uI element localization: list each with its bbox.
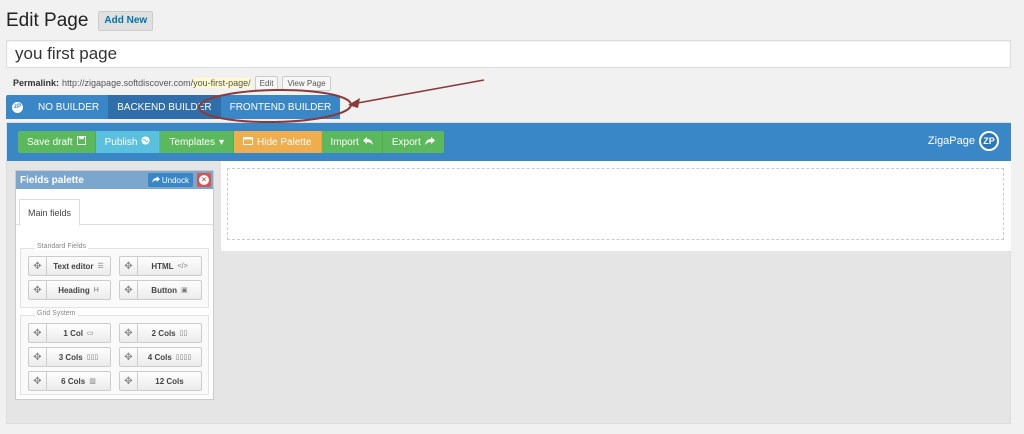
move-icon: ✥ <box>120 281 138 299</box>
title-input[interactable]: you first page <box>6 40 1011 68</box>
caret-down-icon: ▾ <box>218 136 225 148</box>
field-button[interactable]: ✥ Button ▣ <box>119 280 202 300</box>
four-columns-icon: ▯▯▯▯ <box>175 354 192 361</box>
field-label: Heading <box>58 285 90 295</box>
grid-system-group: Grid System ✥ 1 Col ▭ ✥ 2 Cols ▯▯ ✥ 3 Cols ▯▯▯… <box>20 310 209 395</box>
page-header: Edit Page Add New <box>6 8 154 34</box>
share-arrow-icon <box>151 175 160 185</box>
publish-button[interactable]: Publish <box>95 131 161 153</box>
tab-main-fields[interactable]: Main fields <box>19 199 81 226</box>
grid-2-cols[interactable]: ✥ 2 Cols ▯▯ <box>119 323 202 343</box>
save-draft-button[interactable]: Save draft <box>18 131 96 153</box>
button-icon: ▣ <box>181 287 188 294</box>
zigapage-logo-icon: zP <box>12 101 23 113</box>
tab-backend-builder[interactable]: BACKEND BUILDER <box>108 95 221 119</box>
field-label: 6 Cols <box>61 376 86 386</box>
grid-12-cols[interactable]: ✥ 12 Cols <box>119 371 202 391</box>
view-page-button[interactable]: View Page <box>282 75 331 91</box>
permalink-row: Permalink: http://zigapage.softdiscover.… <box>13 75 331 91</box>
field-label: 1 Col <box>63 328 83 338</box>
add-new-button[interactable]: Add New <box>98 11 154 31</box>
six-columns-icon: ▥ <box>89 378 96 385</box>
tab-frontend-builder[interactable]: FRONTEND BUILDER <box>221 95 341 119</box>
zigapage-brand-icon: ZP <box>979 131 999 151</box>
brand-name: ZigaPage <box>927 135 975 147</box>
two-columns-icon: ▯▯ <box>179 330 188 337</box>
three-columns-icon: ▯▯▯ <box>86 354 99 361</box>
align-lines-icon: ☰ <box>97 263 104 270</box>
move-icon: ✥ <box>29 348 47 366</box>
tab-no-builder[interactable]: NO BUILDER <box>29 95 108 119</box>
undock-label: Undock <box>161 175 189 185</box>
close-palette-button[interactable]: × <box>197 173 211 187</box>
field-label: Button <box>151 285 178 295</box>
grid-1-col[interactable]: ✥ 1 Col ▭ <box>28 323 111 343</box>
palette-title: Fields palette <box>20 174 84 186</box>
field-label: 2 Cols <box>151 328 176 338</box>
builder-editor: Save draft Publish Templates ▾ Hide Palet… <box>6 122 1011 424</box>
permalink-label: Permalink: <box>13 78 60 88</box>
standard-fields-legend: Standard Fields <box>35 243 89 250</box>
fields-palette: Fields palette Undock × Main fields Stan… <box>15 170 214 400</box>
export-label: Export <box>391 136 421 148</box>
publish-label: Publish <box>104 136 138 148</box>
move-icon: ✥ <box>120 372 138 390</box>
builder-canvas <box>221 161 1011 251</box>
one-column-icon: ▭ <box>86 330 94 337</box>
palette-window-icon <box>243 136 254 148</box>
page-title: Edit Page <box>6 10 89 31</box>
grid-6-cols[interactable]: ✥ 6 Cols ▥ <box>28 371 111 391</box>
globe-icon <box>141 136 150 148</box>
move-icon: ✥ <box>29 324 47 342</box>
field-label: 4 Cols <box>147 352 172 362</box>
move-icon: ✥ <box>29 281 47 299</box>
standard-fields-group: Standard Fields ✥ Text editor ☰ ✥ HTML </> ✥… <box>20 243 209 308</box>
share-arrow-icon <box>424 136 435 148</box>
drop-zone[interactable] <box>227 168 1004 240</box>
reply-arrow-icon <box>362 136 373 148</box>
zigapage-brand: ZigaPage ZP <box>928 131 999 151</box>
permalink-base[interactable]: http://zigapage.softdiscover.com/ <box>62 78 193 88</box>
import-button[interactable]: Import <box>321 131 383 153</box>
field-heading[interactable]: ✥ Heading H <box>28 280 111 300</box>
field-html[interactable]: ✥ HTML </> <box>119 256 202 276</box>
builder-tabs: zP NO BUILDER BACKEND BUILDER FRONTEND B… <box>6 95 341 119</box>
field-label: Text editor <box>53 261 94 271</box>
floppy-disk-icon <box>76 136 86 148</box>
grid-4-cols[interactable]: ✥ 4 Cols ▯▯▯▯ <box>119 347 202 367</box>
annotation-arrow-line <box>351 79 485 105</box>
grid-3-cols[interactable]: ✥ 3 Cols ▯▯▯ <box>28 347 111 367</box>
export-button[interactable]: Export <box>382 131 444 153</box>
code-icon: </> <box>177 262 188 270</box>
import-label: Import <box>330 136 359 148</box>
field-label: 3 Cols <box>58 352 83 362</box>
field-text-editor[interactable]: ✥ Text editor ☰ <box>28 256 111 276</box>
builder-logo: zP <box>6 95 29 119</box>
heading-icon: H <box>93 286 99 294</box>
palette-header[interactable]: Fields palette Undock × <box>16 171 213 189</box>
templates-dropdown[interactable]: Templates ▾ <box>160 131 235 153</box>
move-icon: ✥ <box>120 257 138 275</box>
edit-permalink-button[interactable]: Edit <box>254 75 279 91</box>
close-icon: × <box>199 175 209 185</box>
annotation-arrowhead <box>348 98 360 108</box>
save-draft-label: Save draft <box>27 136 73 148</box>
templates-label: Templates <box>169 136 215 148</box>
permalink-slug[interactable]: you-first-page/ <box>193 78 251 88</box>
hide-palette-label: Hide Palette <box>257 136 312 148</box>
undock-button[interactable]: Undock <box>147 173 193 187</box>
field-label: HTML <box>151 261 174 271</box>
move-icon: ✥ <box>120 348 138 366</box>
move-icon: ✥ <box>120 324 138 342</box>
move-icon: ✥ <box>29 372 47 390</box>
builder-toolbar: Save draft Publish Templates ▾ Hide Palet… <box>7 123 1011 161</box>
field-label: 12 Cols <box>155 376 184 386</box>
grid-system-legend: Grid System <box>35 310 78 317</box>
toolbar-button-group: Save draft Publish Templates ▾ Hide Palet… <box>18 131 444 153</box>
hide-palette-button[interactable]: Hide Palette <box>234 131 322 153</box>
palette-tabs: Main fields <box>16 189 213 226</box>
move-icon: ✥ <box>29 257 47 275</box>
